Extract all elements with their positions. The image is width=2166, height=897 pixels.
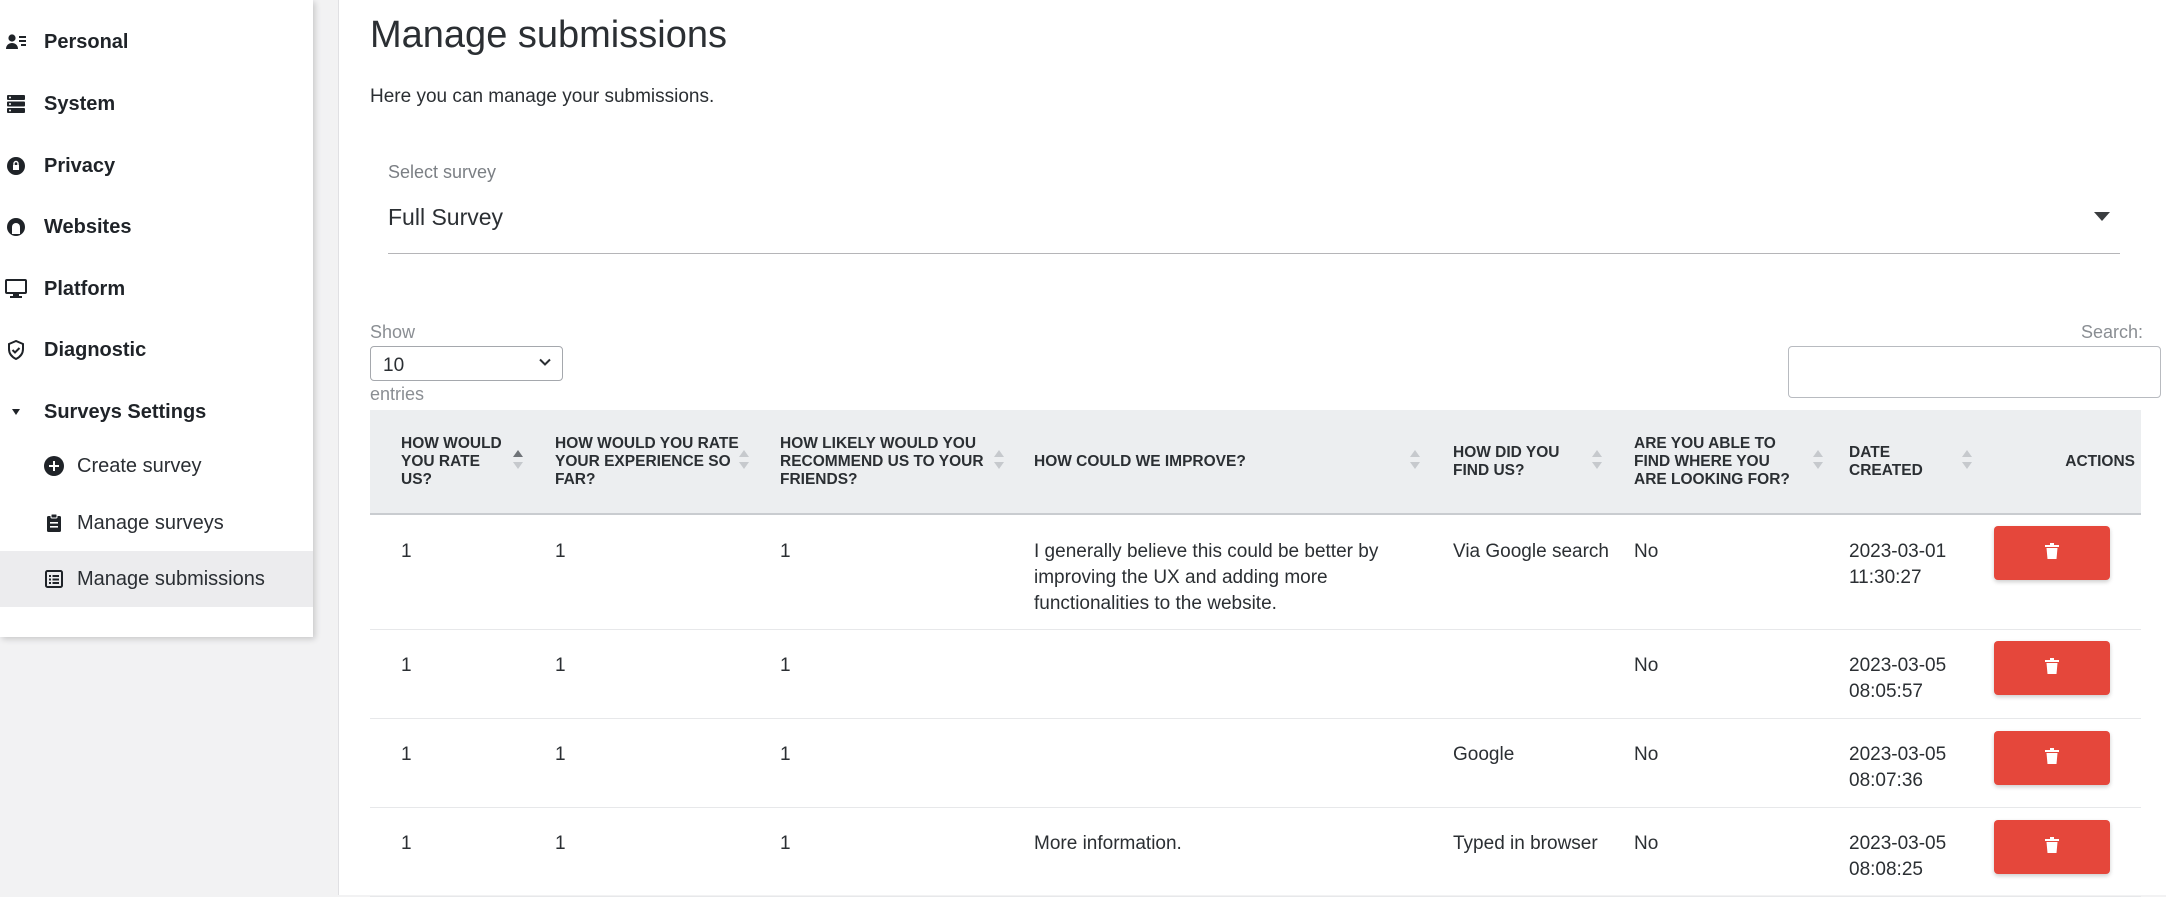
cell-rate-experience: 1 xyxy=(555,541,566,562)
table-row: 1 1 1 I generally believe this could be … xyxy=(370,515,2141,630)
cell-rate-experience: 1 xyxy=(555,833,566,854)
dropdown-caret-icon xyxy=(2094,212,2110,221)
cell-rate-us: 1 xyxy=(401,833,412,854)
delete-button[interactable] xyxy=(1994,731,2110,785)
column-header-rate-us[interactable]: How would you rate us? xyxy=(401,410,506,513)
cell-rate-experience: 1 xyxy=(555,655,566,676)
sort-icon[interactable] xyxy=(1962,450,1972,474)
cell-rate-us: 1 xyxy=(401,541,412,562)
plus-circle-icon xyxy=(43,455,65,477)
cell-able-to-find: No xyxy=(1634,744,1659,765)
trash-icon xyxy=(2045,542,2059,564)
column-header-rate-experience[interactable]: How would you rate your experience so fa… xyxy=(555,410,745,513)
column-header-improve[interactable]: How could we improve? xyxy=(1034,410,1364,513)
shield-check-icon xyxy=(5,339,27,361)
entries-per-page-select[interactable]: 10 xyxy=(370,346,563,381)
trash-icon xyxy=(2045,657,2059,679)
sidebar-item-diagnostic[interactable]: Diagnostic xyxy=(0,330,313,370)
cell-able-to-find: No xyxy=(1634,833,1659,854)
delete-button[interactable] xyxy=(1994,641,2110,695)
sidebar-item-personal[interactable]: Personal xyxy=(0,22,313,62)
sort-icon[interactable] xyxy=(994,450,1004,474)
sidebar: Personal System Privacy Websites Platfor… xyxy=(0,0,313,637)
search-label: Search: xyxy=(2080,322,2143,342)
survey-select[interactable]: Select survey Full Survey xyxy=(388,158,2120,254)
search-input[interactable] xyxy=(1788,346,2161,398)
sidebar-item-websites[interactable]: Websites xyxy=(0,207,313,247)
sidebar-item-label: Surveys Settings xyxy=(44,400,207,423)
sidebar-item-label: Platform xyxy=(44,277,126,300)
sidebar-subitem-label: Create survey xyxy=(77,454,202,477)
cell-find-us: Typed in browser xyxy=(1453,833,1598,854)
length-entries-label: entries xyxy=(370,384,425,404)
cell-date-created: 2023-03-01 11:30:27 xyxy=(1849,541,1947,588)
table-row: 1 1 1 No 2023-03-05 08:05:57 xyxy=(370,630,2141,719)
cell-date-created: 2023-03-05 08:08:25 xyxy=(1849,833,1947,880)
table-row: 1 1 1 More information. Typed in browser… xyxy=(370,808,2141,897)
sidebar-subitem-manage-submissions[interactable]: Manage submissions xyxy=(0,551,313,607)
cell-find-us: Google xyxy=(1453,744,1515,765)
sidebar-item-platform[interactable]: Platform xyxy=(0,269,313,309)
cell-recommend: 1 xyxy=(780,833,791,854)
list-icon xyxy=(43,568,65,590)
submissions-table: How would you rate us? How would you rat… xyxy=(370,410,2141,897)
column-header-date-created[interactable]: Date created xyxy=(1849,410,1959,513)
page-description: Here you can manage your submissions. xyxy=(370,86,715,107)
cell-recommend: 1 xyxy=(780,744,791,765)
survey-select-value: Full Survey xyxy=(388,204,504,230)
sidebar-item-label: System xyxy=(44,92,116,115)
entries-per-page-value: 10 xyxy=(383,355,405,376)
sidebar-item-label: Personal xyxy=(44,30,129,53)
cell-rate-us: 1 xyxy=(401,655,412,676)
sort-icon[interactable] xyxy=(1813,450,1823,474)
user-card-icon xyxy=(5,31,27,53)
sidebar-subitem-label: Manage submissions xyxy=(77,567,265,590)
column-header-find-us[interactable]: How did you find us? xyxy=(1453,410,1583,513)
sort-asc-icon[interactable] xyxy=(513,450,523,474)
page-title: Manage submissions xyxy=(370,14,727,56)
cell-date-created: 2023-03-05 08:07:36 xyxy=(1849,744,1947,791)
caret-down-icon xyxy=(5,401,27,423)
sort-icon[interactable] xyxy=(739,450,749,474)
sidebar-subitem-label: Manage surveys xyxy=(77,511,224,534)
sidebar-item-label: Privacy xyxy=(44,154,116,177)
column-header-recommend[interactable]: How likely would you recommend us to you… xyxy=(780,410,995,513)
sidebar-item-system[interactable]: System xyxy=(0,84,313,124)
sidebar-subitem-create-survey[interactable]: Create survey xyxy=(0,438,313,494)
column-header-actions: Actions xyxy=(2065,452,2135,470)
main-content: Manage submissions Here you can manage y… xyxy=(339,0,2166,897)
sidebar-item-privacy[interactable]: Privacy xyxy=(0,146,313,186)
globe-icon xyxy=(5,216,27,238)
cell-find-us: Via Google search xyxy=(1453,541,1609,562)
cell-improve: More information. xyxy=(1034,833,1182,854)
table-row: 1 1 1 Google No 2023-03-05 08:07:36 xyxy=(370,719,2141,808)
clipboard-icon xyxy=(43,512,65,534)
cell-recommend: 1 xyxy=(780,541,791,562)
delete-button[interactable] xyxy=(1994,820,2110,874)
sort-icon[interactable] xyxy=(1410,450,1420,474)
sidebar-subitem-manage-surveys[interactable]: Manage surveys xyxy=(0,495,313,551)
column-header-able-to-find[interactable]: Are you able to find where you are looki… xyxy=(1634,410,1804,513)
server-icon xyxy=(5,93,27,115)
length-show-label: Show xyxy=(370,322,416,342)
lock-icon xyxy=(5,155,27,177)
monitor-icon xyxy=(5,278,27,300)
sidebar-item-surveys-settings[interactable]: Surveys Settings xyxy=(0,392,313,432)
cell-improve: I generally believe this could be better… xyxy=(1034,541,1379,614)
cell-able-to-find: No xyxy=(1634,541,1659,562)
sidebar-item-label: Diagnostic xyxy=(44,338,147,361)
cell-rate-us: 1 xyxy=(401,744,412,765)
cell-rate-experience: 1 xyxy=(555,744,566,765)
chevron-down-icon xyxy=(538,355,552,374)
survey-select-label: Select survey xyxy=(388,162,497,182)
sidebar-item-label: Websites xyxy=(44,215,132,238)
cell-able-to-find: No xyxy=(1634,655,1659,676)
sort-icon[interactable] xyxy=(1592,450,1602,474)
cell-recommend: 1 xyxy=(780,655,791,676)
trash-icon xyxy=(2045,747,2059,769)
trash-icon xyxy=(2045,836,2059,858)
table-header-row: How would you rate us? How would you rat… xyxy=(370,410,2141,515)
cell-date-created: 2023-03-05 08:05:57 xyxy=(1849,655,1947,702)
delete-button[interactable] xyxy=(1994,526,2110,580)
